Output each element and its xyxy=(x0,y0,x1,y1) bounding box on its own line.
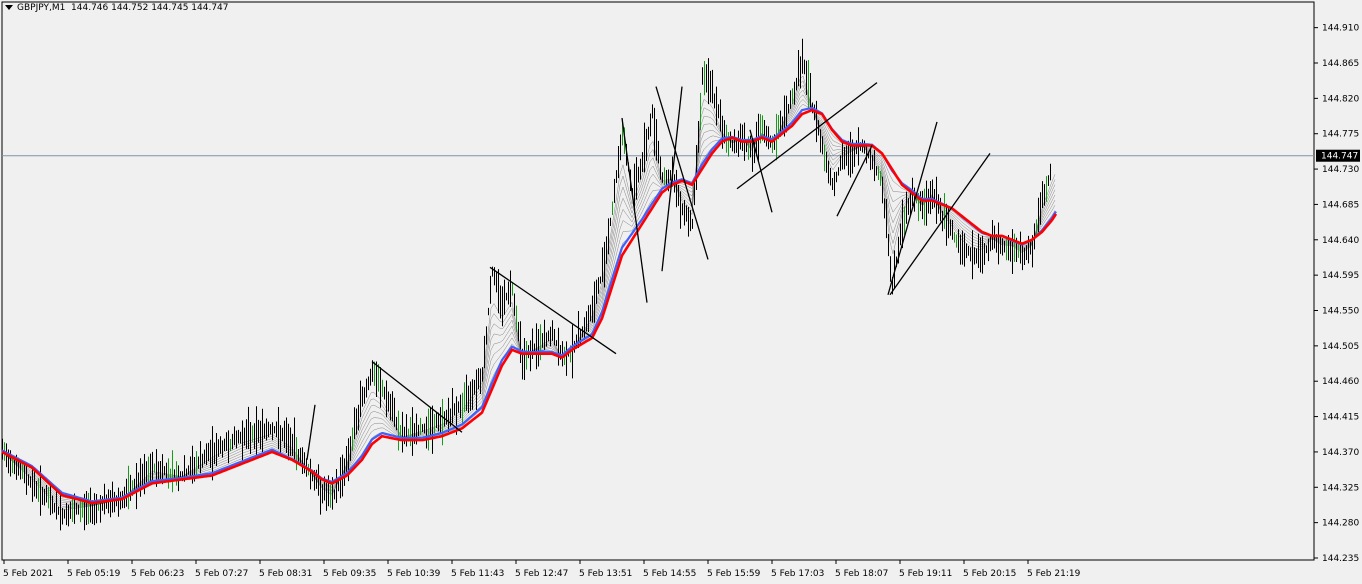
chart-canvas[interactable]: 144.910 144.865 144.820 144.775 144.730 144.6… xyxy=(0,0,1362,584)
y-tick-label: 144.280 xyxy=(1322,519,1359,529)
x-tick-label: 5 Feb 2021 xyxy=(3,569,53,579)
x-tick-label: 5 Feb 19:11 xyxy=(899,569,952,579)
x-tick-label: 5 Feb 15:59 xyxy=(707,569,761,579)
x-tick-label: 5 Feb 08:31 xyxy=(259,569,312,579)
y-tick-label: 144.595 xyxy=(1322,271,1359,281)
chevron-down-icon[interactable] xyxy=(5,5,13,10)
x-tick-label: 5 Feb 17:03 xyxy=(771,569,824,579)
y-tick-label: 144.685 xyxy=(1322,200,1359,210)
x-tick-label: 5 Feb 10:39 xyxy=(387,569,441,579)
y-tick-label: 144.865 xyxy=(1322,59,1359,69)
y-tick-label: 144.460 xyxy=(1322,377,1359,387)
x-tick-label: 5 Feb 14:55 xyxy=(643,569,696,579)
symbol-label: GBPJPY,M1 xyxy=(17,3,66,13)
x-tick-label: 5 Feb 06:23 xyxy=(131,569,184,579)
x-tick-label: 5 Feb 21:19 xyxy=(1027,569,1081,579)
y-tick-label: 144.325 xyxy=(1322,483,1359,493)
current-price-tag: 144.747 xyxy=(1316,149,1360,162)
price-tag-text: 144.747 xyxy=(1321,152,1358,162)
quote-values: 144.746 144.752 144.745 144.747 xyxy=(71,3,229,13)
chart-background xyxy=(0,0,1362,584)
y-tick-label: 144.730 xyxy=(1322,165,1359,175)
y-tick-label: 144.505 xyxy=(1322,342,1359,352)
y-tick-label: 144.640 xyxy=(1322,236,1359,246)
y-tick-label: 144.235 xyxy=(1322,554,1359,564)
x-tick-label: 5 Feb 12:47 xyxy=(515,569,568,579)
y-tick-label: 144.775 xyxy=(1322,130,1359,140)
y-tick-label: 144.550 xyxy=(1322,307,1359,317)
x-tick-label: 5 Feb 07:27 xyxy=(195,569,248,579)
x-tick-label: 5 Feb 20:15 xyxy=(963,569,1016,579)
x-tick-label: 5 Feb 09:35 xyxy=(323,569,376,579)
x-tick-label: 5 Feb 05:19 xyxy=(67,569,121,579)
y-tick-label: 144.910 xyxy=(1322,24,1359,34)
x-tick-label: 5 Feb 11:43 xyxy=(451,569,504,579)
y-tick-label: 144.820 xyxy=(1322,94,1359,104)
chart-header[interactable]: GBPJPY,M1 144.746 144.752 144.745 144.74… xyxy=(5,3,229,13)
x-tick-label: 5 Feb 13:51 xyxy=(579,569,632,579)
y-tick-label: 144.415 xyxy=(1322,413,1359,423)
x-tick-label: 5 Feb 18:07 xyxy=(835,569,888,579)
y-tick-label: 144.370 xyxy=(1322,448,1359,458)
